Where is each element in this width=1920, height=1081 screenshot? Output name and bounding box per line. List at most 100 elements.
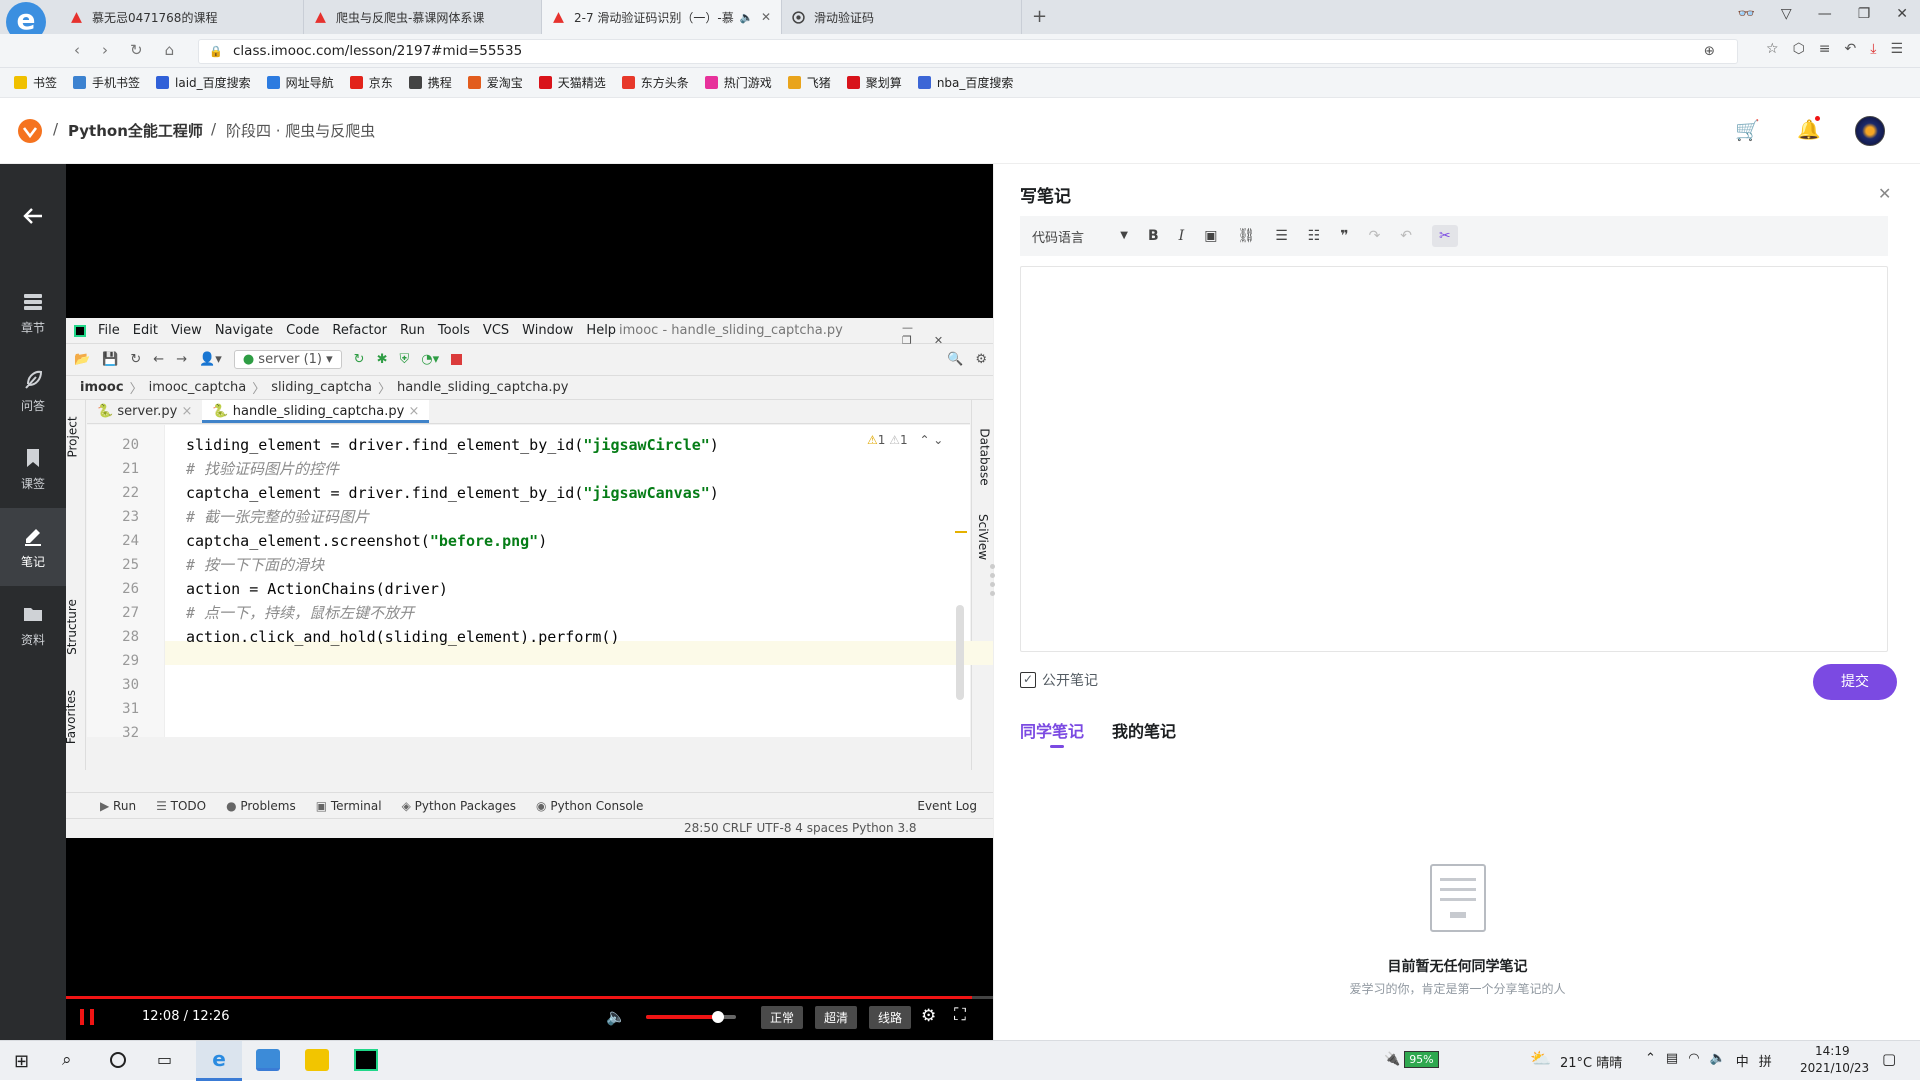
- code-language-select[interactable]: 代码语言 ▼: [1032, 227, 1128, 246]
- quote-icon[interactable]: ❞: [1340, 228, 1348, 244]
- notification-icon[interactable]: ▢: [1882, 1050, 1896, 1068]
- bookmark-item[interactable]: 书签: [14, 74, 57, 91]
- debug-icon[interactable]: ✱: [377, 352, 388, 367]
- public-note-checkbox[interactable]: ✓ 公开笔记: [1020, 670, 1098, 690]
- redo-icon[interactable]: ↷: [1369, 228, 1381, 244]
- extension-icon[interactable]: ⬡: [1793, 41, 1805, 57]
- image-icon[interactable]: ▣: [1204, 228, 1217, 244]
- search-icon[interactable]: ⌕: [62, 1050, 72, 1070]
- wifi-icon[interactable]: ◠: [1688, 1051, 1699, 1070]
- taskbar-app-2[interactable]: [256, 1049, 280, 1071]
- imooc-logo-icon[interactable]: [17, 118, 43, 144]
- browser-tab[interactable]: 慕无忌0471768的课程: [60, 0, 304, 34]
- code-editor[interactable]: 20 sliding_element = driver.find_element_…: [87, 425, 1045, 741]
- taskbar-app-browser[interactable]: e: [196, 1041, 242, 1081]
- volume-icon[interactable]: 🔈: [606, 1007, 626, 1026]
- bookmark-item[interactable]: nba_百度搜索: [917, 74, 1013, 91]
- panel-resize-handle[interactable]: [989, 564, 995, 604]
- breadcrumb-item[interactable]: sliding_captcha: [271, 380, 372, 395]
- stage-label[interactable]: 阶段四 · 爬虫与反爬虫: [226, 120, 375, 141]
- ide-bottom-tab[interactable]: ☰ TODO: [156, 799, 206, 813]
- sidebar-item-笔记[interactable]: 笔记: [0, 508, 66, 586]
- sciview-tool-tab[interactable]: SciView: [976, 514, 990, 560]
- inspection-widget[interactable]: ⚠1 ⚠1 ⌃ ⌄: [867, 433, 943, 447]
- home-icon[interactable]: ⌂: [165, 41, 175, 59]
- ide-bottom-tab[interactable]: ◈ Python Packages: [402, 799, 516, 813]
- network-icon[interactable]: ▤: [1666, 1051, 1678, 1070]
- structure-tool-tab[interactable]: Structure: [65, 599, 79, 655]
- ide-menu-item[interactable]: Tools: [438, 323, 470, 338]
- save-icon[interactable]: 💾: [102, 352, 118, 367]
- back-icon[interactable]: ←: [153, 352, 164, 367]
- ide-bottom-tab[interactable]: ◉ Python Console: [536, 799, 643, 813]
- italic-icon[interactable]: I: [1179, 228, 1185, 244]
- ide-menu-item[interactable]: View: [171, 323, 202, 338]
- bookmark-item[interactable]: laid_百度搜索: [156, 74, 251, 91]
- restore-icon[interactable]: ❐: [1858, 6, 1871, 22]
- taskbar-app-pycharm[interactable]: [354, 1049, 378, 1071]
- speed-button[interactable]: 正常: [761, 1006, 804, 1029]
- bullet-list-icon[interactable]: ☰: [1275, 228, 1288, 244]
- quality-button[interactable]: 超清: [815, 1006, 858, 1029]
- profile-icon[interactable]: ◔▾: [421, 352, 439, 367]
- bookmark-item[interactable]: 爱淘宝: [467, 74, 523, 91]
- bookmark-item[interactable]: 携程: [408, 74, 452, 91]
- cortana-icon[interactable]: [110, 1052, 126, 1068]
- ide-menu-item[interactable]: Edit: [133, 323, 158, 338]
- speaker-icon[interactable]: 🔈: [1710, 1051, 1726, 1070]
- breadcrumb-item[interactable]: imooc_captcha: [149, 380, 247, 395]
- coverage-icon[interactable]: ⛨: [399, 352, 409, 367]
- ime-indicator[interactable]: 中: [1736, 1051, 1749, 1070]
- bookmark-item[interactable]: 京东: [349, 74, 393, 91]
- close-notes-icon[interactable]: ✕: [1878, 184, 1891, 203]
- settings-icon[interactable]: ⚙: [975, 352, 987, 367]
- url-input[interactable]: 🔒 class.imooc.com/lesson/2197#mid=55535 …: [198, 39, 1738, 64]
- clock-date[interactable]: 2021/10/23: [1800, 1061, 1869, 1075]
- new-tab-icon[interactable]: +: [1032, 6, 1047, 27]
- ime-mode[interactable]: 拼: [1759, 1051, 1772, 1070]
- browser-tab[interactable]: 爬虫与反爬虫-慕课网体系课: [304, 0, 542, 34]
- sync-icon[interactable]: ↻: [130, 352, 141, 367]
- sidebar-item-章节[interactable]: 章节: [0, 274, 66, 352]
- project-tool-tab[interactable]: Project: [66, 416, 80, 457]
- bold-icon[interactable]: B: [1148, 228, 1159, 244]
- open-icon[interactable]: 📂: [74, 352, 90, 367]
- editor-scrollbar[interactable]: [956, 605, 964, 700]
- ordered-list-icon[interactable]: ☷: [1308, 228, 1321, 244]
- download-icon[interactable]: ⤓: [1870, 41, 1876, 57]
- note-textarea[interactable]: [1020, 266, 1888, 652]
- line-button[interactable]: 线路: [869, 1006, 912, 1029]
- bookmark-item[interactable]: 东方头条: [621, 74, 689, 91]
- ide-bottom-tab[interactable]: ● Problems: [226, 799, 296, 813]
- vcs-user-icon[interactable]: 👤▾: [199, 352, 222, 367]
- sidebar-item-问答[interactable]: 问答: [0, 352, 66, 430]
- run-config-select[interactable]: ● server (1) ▾: [233, 350, 342, 369]
- star-icon[interactable]: ☆: [1766, 41, 1779, 57]
- file-tab-active[interactable]: 🐍 handle_sliding_captcha.py ×: [202, 400, 430, 423]
- breadcrumb-item[interactable]: handle_sliding_captcha.py: [397, 380, 569, 395]
- menu-icon[interactable]: ☰: [1890, 41, 1903, 57]
- zoom-icon[interactable]: ⊕: [1704, 40, 1715, 63]
- rerun-icon[interactable]: ↻: [354, 352, 365, 367]
- bookmark-item[interactable]: 热门游戏: [704, 74, 772, 91]
- incognito-icon[interactable]: 👓: [1737, 6, 1754, 22]
- bookmark-item[interactable]: 聚划算: [846, 74, 902, 91]
- shirt-icon[interactable]: ▽: [1781, 6, 1792, 22]
- browser-tab-active[interactable]: 2-7 滑动验证码识别（一）-慕 🔈 ✕: [542, 0, 782, 34]
- settings-icon[interactable]: ⚙: [921, 1006, 936, 1026]
- browser-tab[interactable]: 滑动验证码: [782, 0, 1022, 34]
- windows-start-icon[interactable]: ⊞: [14, 1051, 29, 1072]
- chevron-up-icon[interactable]: ⌃: [1645, 1051, 1656, 1070]
- search-icon[interactable]: 🔍: [947, 352, 963, 367]
- forward-icon[interactable]: →: [176, 352, 187, 367]
- pause-icon[interactable]: [80, 1009, 94, 1025]
- close-tab-icon[interactable]: ✕: [761, 10, 771, 24]
- database-tool-tab[interactable]: Database: [978, 428, 992, 485]
- sidebar-item-资料[interactable]: 资料: [0, 586, 66, 664]
- close-window-icon[interactable]: ✕: [1896, 6, 1908, 22]
- file-tab-server[interactable]: 🐍 server.py ×: [87, 400, 202, 423]
- avatar[interactable]: [1855, 116, 1885, 146]
- ide-menu-item[interactable]: File: [98, 323, 120, 338]
- back-button[interactable]: [0, 164, 66, 274]
- taskbar-app-3[interactable]: [305, 1049, 329, 1071]
